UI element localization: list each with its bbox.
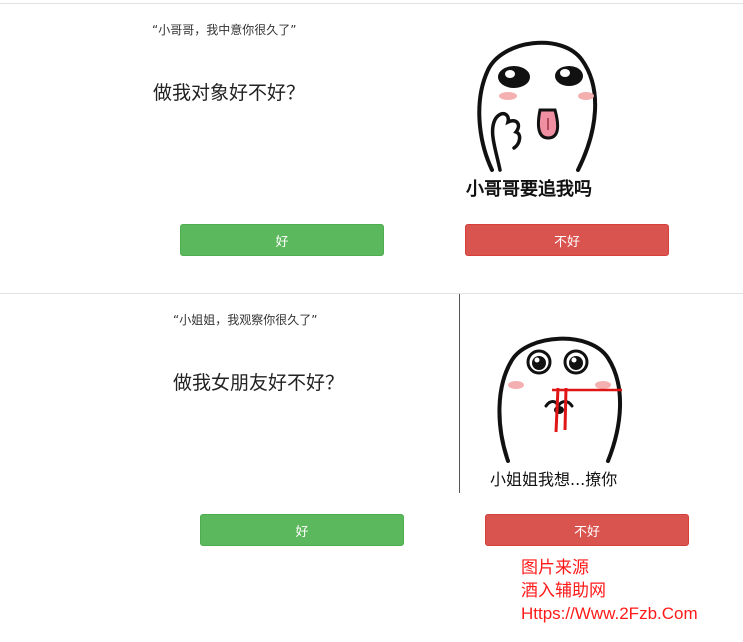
quote-text: “小姐姐，我观察你很久了” (173, 313, 318, 327)
source-watermark: 图片来源 酒入辅助网 Https://Www.2Fzb.Com (521, 556, 698, 625)
no-button[interactable]: 不好 (465, 224, 669, 256)
meme-tongue-face-image (477, 40, 598, 172)
meme-nosebleed-face-image (497, 336, 623, 463)
confession-card-1: “小哥哥，我中意你很久了” 做我对象好不好？ 小哥哥要追我吗 好 不好 (0, 0, 743, 293)
watermark-line: 酒入辅助网 (521, 581, 606, 600)
no-button[interactable]: 不好 (485, 514, 689, 546)
watermark-url: Https://Www.2Fzb.Com (521, 604, 698, 623)
question-text: 做我女朋友好不好？ (173, 372, 345, 394)
vertical-divider (459, 294, 460, 493)
yes-button[interactable]: 好 (180, 224, 384, 256)
meme-caption: 小哥哥要追我吗 (466, 179, 592, 200)
watermark-line: 图片来源 (521, 558, 589, 577)
meme-caption: 小姐姐我想...撩你 (490, 470, 618, 489)
yes-button[interactable]: 好 (200, 514, 404, 546)
quote-text: “小哥哥，我中意你很久了” (152, 23, 297, 37)
question-text: 做我对象好不好？ (153, 82, 306, 104)
